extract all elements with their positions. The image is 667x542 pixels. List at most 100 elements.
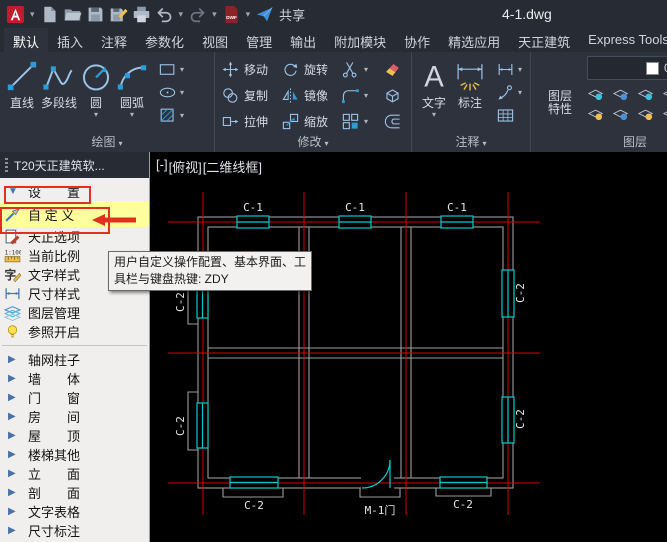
modify-offset-button[interactable]: [383, 108, 409, 134]
grip-handle-icon[interactable]: [5, 158, 8, 172]
sidebar-item-roof[interactable]: ▶屋 顶: [0, 426, 149, 445]
layer-properties-button[interactable]: 图层特性: [537, 56, 583, 134]
dropdown-caret-icon[interactable]: ▾: [180, 65, 184, 74]
draw-circle-button[interactable]: 圆▾: [79, 56, 113, 134]
modify-stretch-button[interactable]: 拉伸: [221, 108, 281, 134]
ribbon-tab-addins[interactable]: 附加模块: [325, 28, 395, 52]
sidebar-item-elevation[interactable]: ▶立 面: [0, 464, 149, 483]
dropdown-caret-icon[interactable]: ▾: [180, 88, 184, 97]
undo-icon[interactable]: [155, 5, 174, 24]
modify-move-button[interactable]: 移动: [221, 56, 281, 82]
app-logo-icon[interactable]: [6, 5, 25, 24]
dropdown-caret-icon[interactable]: ▾: [432, 111, 436, 119]
draw-rectangle-button[interactable]: ▾: [158, 60, 184, 79]
ribbon-tab-home[interactable]: 默认: [4, 28, 48, 52]
layer-on-icon[interactable]: [587, 105, 604, 122]
annotate-table-button[interactable]: [496, 106, 522, 125]
triangle-right-icon: ▶: [8, 430, 20, 441]
dropdown-caret-icon[interactable]: ▾: [518, 65, 522, 74]
ribbon-tab-featured-apps[interactable]: 精选应用: [439, 28, 509, 52]
sidebar-item-section[interactable]: ▶剖 面: [0, 483, 149, 502]
modify-trim-button[interactable]: ▾: [341, 56, 383, 82]
draw-line-button[interactable]: 直线: [5, 56, 39, 134]
sidebar-item-text-table[interactable]: ▶文字表格: [0, 502, 149, 521]
layer-thaw-icon[interactable]: [637, 105, 654, 122]
save-icon[interactable]: [86, 5, 105, 24]
sidebar-item-wall[interactable]: ▶墙 体: [0, 369, 149, 388]
share-plane-icon[interactable]: [255, 5, 274, 24]
draw-ellipse-button[interactable]: ▾: [158, 83, 184, 102]
dropdown-caret-icon[interactable]: ▾: [212, 9, 217, 20]
ribbon-tab-collaborate[interactable]: 协作: [395, 28, 439, 52]
modify-copy-button[interactable]: 复制: [221, 82, 281, 108]
redo-icon[interactable]: [188, 5, 207, 24]
panel-label-draw[interactable]: 绘图▾: [0, 133, 214, 150]
layer-isolate-icon[interactable]: [612, 85, 629, 102]
modify-fillet-button[interactable]: ▾: [341, 82, 383, 108]
modify-mirror-button[interactable]: 镜像: [281, 82, 341, 108]
document-title: 4-1.dwg: [502, 6, 552, 22]
ribbon-panel-modify: 移动旋转 ▾ 复制镜像 ▾ 拉伸缩放 ▾ 修改▾: [215, 52, 412, 152]
viewport-menu-control[interactable]: [-]: [156, 157, 168, 176]
share-label[interactable]: 共享: [279, 5, 305, 24]
dwf-underlay-icon[interactable]: DWF: [222, 5, 241, 24]
sidebar-item-label: 门 窗: [28, 388, 80, 407]
sidebar-item-ref-on[interactable]: 参照开启: [0, 322, 149, 341]
modify-array-button[interactable]: ▾: [341, 108, 383, 134]
save-as-icon[interactable]: [109, 5, 128, 24]
drawing-canvas[interactable]: C-1 C-1 C-1 C-2 C-2 C-2 C-2 C-2 C-2 M-1门…: [150, 152, 667, 542]
dropdown-caret-icon[interactable]: ▾: [364, 65, 368, 74]
dropdown-caret-icon[interactable]: ▾: [364, 117, 368, 126]
sidebar-item-axis-grid-column[interactable]: ▶轴网柱子: [0, 350, 149, 369]
new-file-icon[interactable]: [40, 5, 59, 24]
draw-arc-button[interactable]: 圆弧▾: [115, 56, 149, 134]
sidebar-item-layer-manage[interactable]: 图层管理: [0, 303, 149, 322]
panel-label-modify[interactable]: 修改▾: [215, 133, 411, 150]
dropdown-caret-icon[interactable]: ▾: [246, 9, 251, 20]
modify-rotate-button[interactable]: 旋转: [281, 56, 341, 82]
application-window: ▾ ▾ ▾ DWF ▾ 共享 4-1.dwg 默认插入注释参数化视图管理输出附加模块协作精…: [0, 0, 667, 542]
plot-icon[interactable]: [132, 5, 151, 24]
dropdown-caret-icon[interactable]: ▾: [130, 111, 134, 119]
draw-hatch-button[interactable]: ▾: [158, 106, 184, 125]
ribbon-tab-output[interactable]: 输出: [281, 28, 325, 52]
open-folder-icon[interactable]: [63, 5, 82, 24]
layer-lock-icon[interactable]: [662, 85, 667, 102]
ribbon-tab-tianzheng[interactable]: 天正建筑: [509, 28, 579, 52]
annotate-text-button[interactable]: A文字▾: [417, 56, 451, 134]
sidebar-item-label: 立 面: [28, 464, 80, 483]
sidebar-item-room[interactable]: ▶房 间: [0, 407, 149, 426]
dropdown-caret-icon[interactable]: ▾: [94, 111, 98, 119]
layer-match-icon[interactable]: [612, 105, 629, 122]
annotate-leader-button[interactable]: ▾: [496, 83, 522, 102]
dropdown-caret-icon[interactable]: ▾: [364, 91, 368, 100]
layer-freeze-icon[interactable]: [637, 85, 654, 102]
sidebar-title-bar[interactable]: T20天正建筑软...: [0, 152, 149, 178]
sidebar-item-dimension[interactable]: ▶尺寸标注: [0, 521, 149, 540]
ribbon-tab-express-tools[interactable]: Express Tools: [579, 28, 667, 52]
annotate-dimension-button[interactable]: 标注: [453, 56, 487, 134]
annotate-dim-linear-button[interactable]: ▾: [496, 60, 522, 79]
modify-scale-button[interactable]: 缩放: [281, 108, 341, 134]
draw-polyline-button[interactable]: 多段线: [41, 56, 77, 134]
modify-erase-button[interactable]: [383, 56, 409, 82]
triangle-right-icon: ▶: [8, 525, 20, 536]
modify-explode-button[interactable]: [383, 82, 409, 108]
ribbon-tab-insert[interactable]: 插入: [48, 28, 92, 52]
visual-style-control[interactable]: [二维线框]: [203, 157, 262, 176]
ribbon-tab-parametric[interactable]: 参数化: [136, 28, 193, 52]
sidebar-item-door-window[interactable]: ▶门 窗: [0, 388, 149, 407]
ribbon-tab-annotate[interactable]: 注释: [92, 28, 136, 52]
ribbon-tab-view[interactable]: 视图: [193, 28, 237, 52]
sidebar-item-stairs-other[interactable]: ▶楼梯其他: [0, 445, 149, 464]
panel-label-annotate[interactable]: 注释▾: [412, 133, 530, 150]
layer-unlock-icon[interactable]: [662, 105, 667, 122]
dropdown-caret-icon[interactable]: ▾: [180, 111, 184, 120]
dropdown-caret-icon[interactable]: ▾: [518, 88, 522, 97]
dropdown-caret-icon[interactable]: ▾: [30, 9, 35, 20]
dropdown-caret-icon[interactable]: ▾: [179, 9, 184, 20]
layer-selector[interactable]: 0: [587, 56, 667, 80]
ribbon-tab-manage[interactable]: 管理: [237, 28, 281, 52]
view-control[interactable]: [俯视]: [169, 157, 202, 176]
layer-off-icon[interactable]: [587, 85, 604, 102]
